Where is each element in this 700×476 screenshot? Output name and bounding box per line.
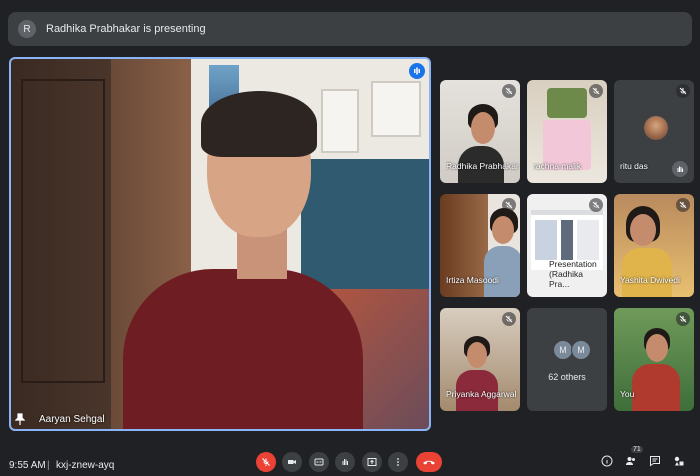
people-count-badge: 71 [631, 446, 643, 453]
participant-name: Yashita Dwivedi [620, 275, 680, 285]
captions-icon [314, 458, 324, 466]
hand-icon [672, 161, 688, 177]
hand-icon [342, 459, 348, 465]
end-call-icon [423, 460, 435, 465]
participant-grid: Radhika Prabhakar rachna malik ritu das … [440, 80, 694, 411]
mic-off-icon [676, 312, 690, 326]
self-tile[interactable]: You [614, 308, 694, 411]
participant-tile[interactable]: rachna malik [527, 80, 607, 183]
presentation-tile[interactable]: Presentation (Radhika Pra... [527, 194, 607, 297]
participant-name: Presentation (Radhika Pra... [549, 259, 597, 289]
clock: 9:55 AM [9, 460, 46, 471]
pin-icon[interactable] [15, 413, 25, 425]
raise-hand-button[interactable] [335, 452, 355, 472]
people-icon [626, 457, 635, 465]
participant-avatar [644, 116, 668, 140]
mic-off-icon [502, 198, 516, 212]
others-avatar: M [553, 340, 573, 360]
mic-toggle-button[interactable] [256, 452, 276, 472]
mic-off-icon [676, 198, 690, 212]
camera-toggle-button[interactable] [282, 452, 302, 472]
mic-off-icon [262, 458, 270, 466]
speaking-indicator-icon [409, 63, 425, 79]
mic-off-icon [589, 198, 603, 212]
participant-name: You [620, 389, 635, 399]
participant-tile[interactable]: Priyanka Aggarwal [440, 308, 520, 411]
separator: | [47, 460, 50, 471]
meeting-details-button[interactable] [600, 454, 614, 468]
shapes-icon [674, 456, 684, 466]
mic-off-icon [589, 84, 603, 98]
participant-tile[interactable]: Radhika Prabhakar [440, 80, 520, 183]
participant-name: rachna malik [533, 161, 582, 171]
participant-name: Radhika Prabhakar [446, 161, 519, 171]
presenting-text: Radhika Prabhakar is presenting [46, 23, 206, 35]
chat-icon [650, 456, 660, 467]
more-options-button[interactable] [388, 452, 408, 472]
meeting-code: kxj-znew-ayq [56, 460, 115, 471]
others-tile[interactable]: M M 62 others [527, 308, 607, 411]
bottom-bar: 9:55 AM | kxj-znew-ayq 71 [0, 446, 700, 476]
leave-call-button[interactable] [416, 452, 442, 472]
main-participant-name-tag: Aaryan Sehgal [15, 413, 105, 425]
activities-button[interactable] [672, 454, 686, 468]
others-count: 62 others [548, 372, 586, 382]
participant-name: Irtiza Masoodi [446, 275, 499, 285]
present-icon [367, 458, 377, 466]
participant-name: Priyanka Aggarwal [446, 389, 517, 399]
mic-off-icon [502, 312, 516, 326]
others-avatar: M [571, 340, 591, 360]
main-participant-name: Aaryan Sehgal [39, 413, 105, 425]
presenting-banner: R Radhika Prabhakar is presenting [8, 12, 692, 46]
main-video-tile[interactable]: Aaryan Sehgal [9, 57, 431, 431]
presenter-avatar: R [18, 20, 36, 38]
more-vert-icon [397, 458, 399, 466]
participant-tile[interactable]: ritu das [614, 80, 694, 183]
present-button[interactable] [362, 452, 382, 472]
camera-icon [288, 460, 296, 464]
participant-tile[interactable]: Yashita Dwivedi [614, 194, 694, 297]
video-scene [11, 59, 429, 429]
captions-button[interactable] [309, 452, 329, 472]
mic-off-icon [502, 84, 516, 98]
participant-tile[interactable]: Irtiza Masoodi [440, 194, 520, 297]
people-button[interactable] [624, 454, 638, 468]
mic-off-icon [676, 84, 690, 98]
info-icon [601, 455, 613, 467]
others-avatars: M M [553, 340, 591, 360]
chat-button[interactable] [648, 454, 662, 468]
